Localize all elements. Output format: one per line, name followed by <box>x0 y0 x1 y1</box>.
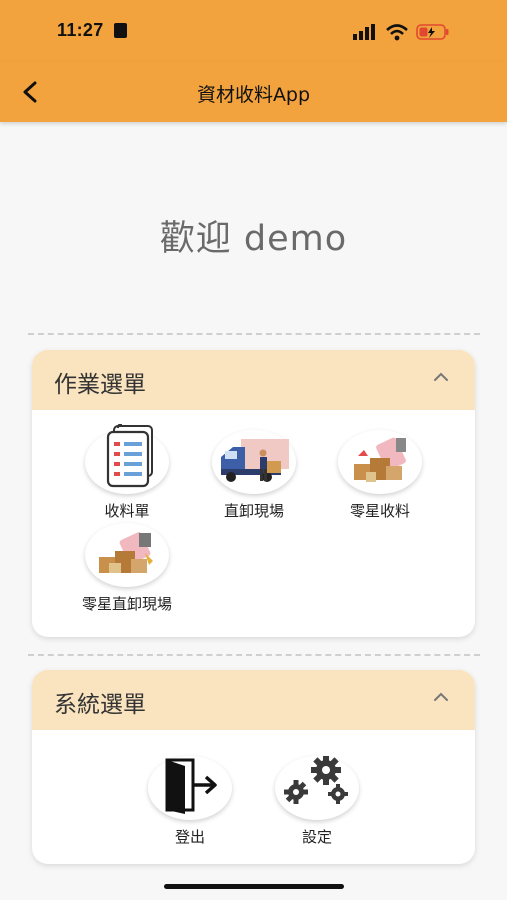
app-title: 資材收料App <box>196 84 311 106</box>
status-bar: 11:27 <box>0 0 507 62</box>
system-menu-card: 系統選單 登出 設定 <box>32 670 475 864</box>
signal-icon <box>353 24 375 40</box>
tile-settings[interactable]: 設定 <box>252 756 382 847</box>
battery-icon <box>416 24 449 40</box>
chevron-up-icon <box>434 692 448 701</box>
divider <box>28 654 480 656</box>
direct-unload-truck-icon <box>212 430 296 494</box>
chevron-up-icon <box>434 372 448 381</box>
tile-label: 設定 <box>301 828 332 846</box>
work-menu-title: 作業選單 <box>54 372 146 398</box>
app-bar: 資材收料App <box>0 62 507 122</box>
settings-gears-icon <box>275 756 359 820</box>
tile-label: 零星直卸現場 <box>81 595 172 613</box>
tile-direct-unload[interactable]: 直卸現場 <box>189 430 319 521</box>
divider <box>28 333 480 335</box>
receiving-list-icon <box>85 424 169 494</box>
work-menu-header[interactable]: 作業選單 <box>32 350 475 410</box>
tile-label: 直卸現場 <box>223 502 284 520</box>
work-menu-card: 作業選單 收料單 直卸現場 零星收料 零星直卸現場 <box>32 350 475 637</box>
system-menu-title: 系統選單 <box>54 692 146 718</box>
tile-sporadic-receiving[interactable]: 零星收料 <box>315 430 445 521</box>
tile-logout[interactable]: 登出 <box>125 756 255 847</box>
sporadic-receiving-icon <box>338 430 422 494</box>
welcome-text: 歡迎 demo <box>159 219 348 259</box>
logout-icon <box>148 756 232 820</box>
status-time: 11:27 <box>57 20 104 40</box>
tile-label: 登出 <box>174 828 205 846</box>
tile-label: 收料單 <box>104 502 150 520</box>
wifi-icon <box>386 24 408 41</box>
tile-label: 零星收料 <box>349 502 410 520</box>
tile-receiving-list[interactable]: 收料單 <box>62 424 192 521</box>
sporadic-direct-unload-icon <box>85 523 169 587</box>
status-icons <box>353 24 449 41</box>
system-menu-header[interactable]: 系統選單 <box>32 670 475 730</box>
home-indicator[interactable] <box>164 884 344 889</box>
id-card-icon <box>114 23 127 38</box>
tile-sporadic-direct-unload[interactable]: 零星直卸現場 <box>62 523 192 614</box>
